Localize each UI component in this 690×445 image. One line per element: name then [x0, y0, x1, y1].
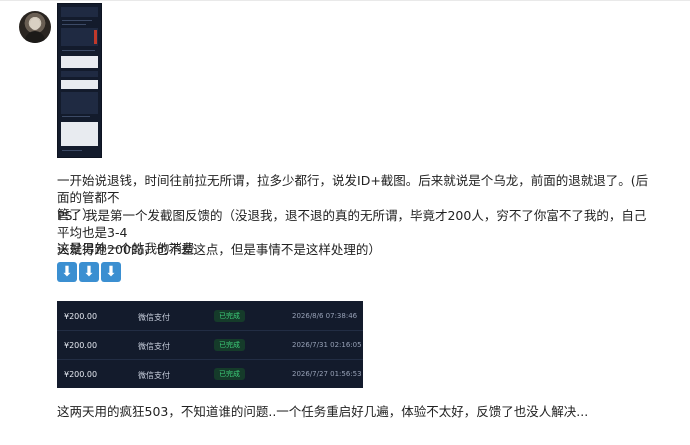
thumb-white-panel	[61, 80, 98, 89]
top-divider	[0, 0, 690, 1]
thumb-line	[62, 50, 95, 51]
payment-records-image[interactable]: ¥200.00 微信支付 已完成 2026/8/6 07:38:46 ¥200.…	[57, 301, 363, 388]
thumb-block	[61, 7, 98, 17]
payment-row: ¥200.00 微信支付 已完成 2026/7/31 02:16:05	[57, 330, 363, 360]
payment-method: 微信支付	[138, 313, 170, 322]
payment-row: ¥200.00 微信支付 已完成 2026/8/6 07:38:46	[57, 301, 363, 331]
status-badge: 已完成	[214, 339, 245, 351]
payment-amount: ¥200.00	[64, 370, 98, 379]
status-badge: 已完成	[214, 368, 245, 380]
payment-method: 微信支付	[138, 371, 170, 380]
down-arrow-icon: ⬇	[79, 262, 99, 282]
post-paragraph-4: 这两天用的疯狂503，不知道谁的问题..一个任务重启好几遍，体验不太好，反馈了也…	[57, 404, 589, 419]
payment-row: ¥200.00 微信支付 已完成 2026/7/27 01:56:53	[57, 359, 363, 388]
payment-amount: ¥200.00	[64, 312, 98, 321]
thumb-block	[61, 71, 98, 77]
thumb-white-panel	[61, 122, 98, 146]
thumb-block	[61, 28, 98, 46]
user-avatar[interactable]	[19, 11, 51, 43]
down-arrows-row: ⬇ ⬇ ⬇	[57, 262, 121, 282]
payment-amount: ¥200.00	[64, 341, 98, 350]
thumb-line	[62, 20, 92, 21]
thumb-line	[62, 150, 82, 151]
thumb-line	[62, 116, 90, 117]
thumb-white-panel	[61, 56, 98, 68]
paragraph-line: 一开始说退钱，时间往前拉无所谓，拉多少都行，说发ID+截图。后来就说是个乌龙，前…	[57, 173, 649, 205]
screenshot-thumbnail[interactable]	[57, 3, 102, 158]
down-arrow-icon: ⬇	[101, 262, 121, 282]
avatar-coat	[25, 31, 45, 43]
payment-time: 2026/7/31 02:16:05	[292, 341, 362, 349]
status-badge: 已完成	[214, 310, 245, 322]
payment-method: 微信支付	[138, 342, 170, 351]
thumb-block	[61, 92, 98, 114]
payment-time: 2026/8/6 07:38:46	[292, 312, 358, 320]
post-paragraph-3: 这是另外一个站我的消费	[57, 241, 195, 256]
thumb-line	[62, 24, 86, 25]
payment-time: 2026/7/27 01:56:53	[292, 370, 362, 378]
thumb-red-mark	[94, 30, 97, 44]
avatar-face	[30, 18, 40, 30]
paragraph-line: PS：我是第一个发截图反馈的（没退我，退不退的真的无所谓，毕竟才200人，穷不了…	[57, 208, 647, 240]
down-arrow-icon: ⬇	[57, 262, 77, 282]
